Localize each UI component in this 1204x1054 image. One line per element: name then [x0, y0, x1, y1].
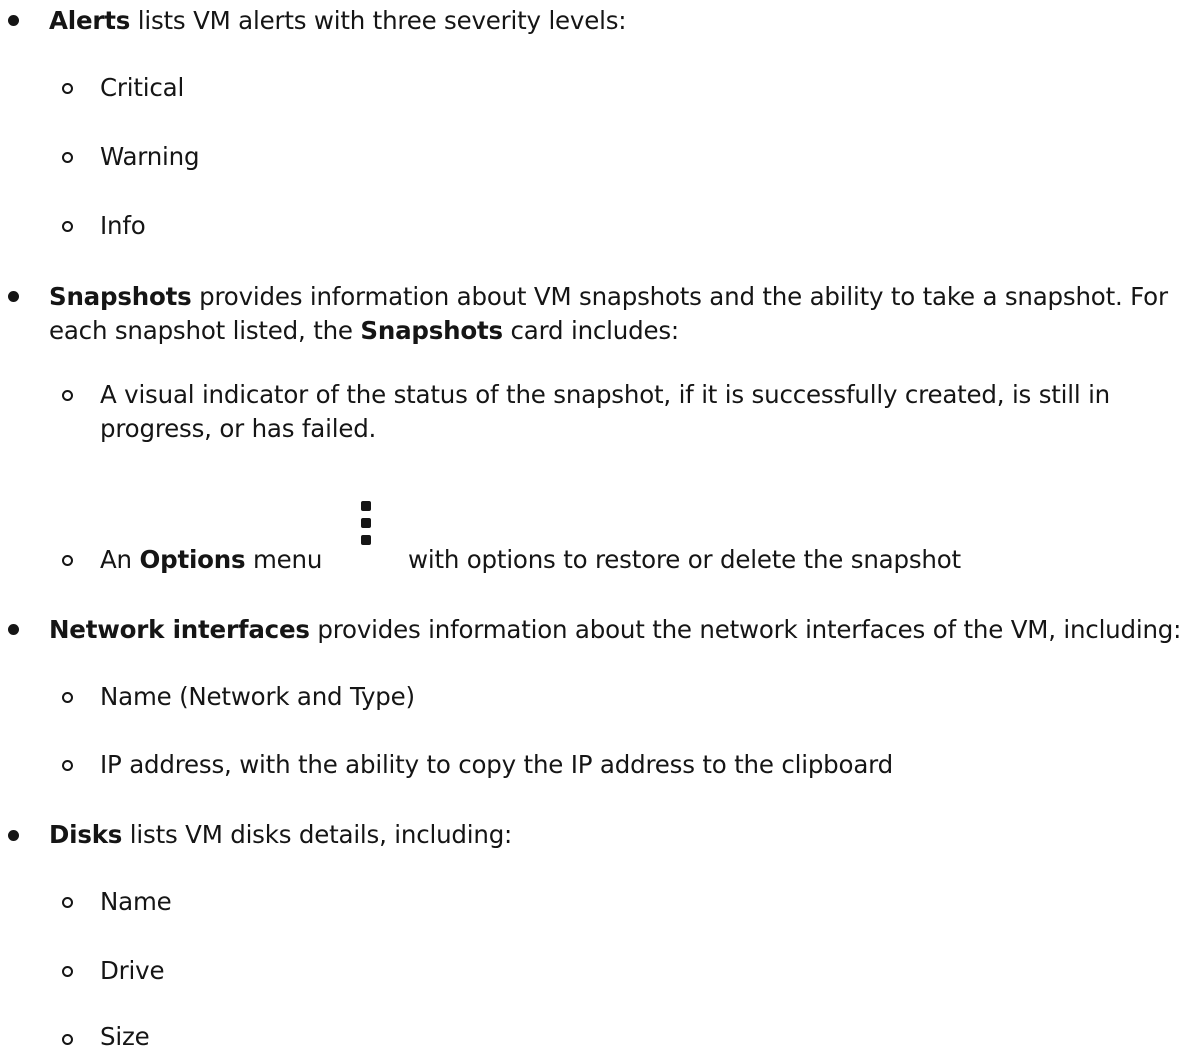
document-body: Alerts lists VM alerts with three severi…	[0, 0, 1204, 1051]
item-text: menu	[245, 545, 323, 574]
item-text: lists VM alerts with three severity leve…	[130, 6, 627, 35]
sub-bullet-marker	[62, 897, 73, 908]
bullet-marker	[8, 624, 19, 635]
sub-bullet-marker	[62, 221, 73, 232]
term-alerts: Alerts	[49, 6, 131, 35]
term-snapshots-card: Snapshots	[360, 316, 503, 345]
term-snapshots: Snapshots	[49, 282, 192, 311]
list-item-alerts: Alerts lists VM alerts with three severi…	[49, 4, 627, 38]
sub-item-name: Name	[100, 887, 172, 916]
item-text: An	[100, 545, 140, 574]
sub-item-critical: Critical	[100, 73, 185, 102]
sub-item-size: Size	[100, 1022, 150, 1051]
bullet-marker	[8, 291, 19, 302]
item-text: card includes:	[502, 316, 679, 345]
list-item-snapshots: Snapshots provides information about VM …	[49, 280, 1168, 314]
sub-bullet-marker	[62, 83, 73, 94]
sub-bullet-marker	[62, 555, 73, 566]
list-item-network-interfaces: Network interfaces provides information …	[49, 613, 1181, 647]
item-text: each snapshot listed, the	[49, 316, 361, 345]
sub-item-info: Info	[100, 211, 146, 240]
sub-bullet-marker	[62, 1034, 73, 1045]
sub-bullet-marker	[62, 692, 73, 703]
term-network-interfaces: Network interfaces	[49, 615, 310, 644]
item-text: provides information about the network i…	[309, 615, 1182, 644]
list-item-disks: Disks lists VM disks details, including:	[49, 818, 512, 852]
sub-item-options-menu: An Options menu	[100, 543, 322, 577]
sub-item-options-menu-post: with options to restore or delete the sn…	[408, 545, 961, 574]
sub-item-name-network-type: Name (Network and Type)	[100, 682, 415, 711]
sub-item-status-indicator-cont: progress, or has failed.	[100, 414, 377, 443]
sub-bullet-marker	[62, 152, 73, 163]
sub-item-ip-address: IP address, with the ability to copy the…	[100, 750, 893, 779]
bullet-marker	[8, 15, 19, 26]
sub-bullet-marker	[62, 760, 73, 771]
sub-bullet-marker	[62, 966, 73, 977]
term-disks: Disks	[49, 820, 123, 849]
kebab-icon	[360, 501, 372, 547]
sub-item-drive: Drive	[100, 956, 165, 985]
sub-bullet-marker	[62, 390, 73, 401]
list-item-snapshots-cont: each snapshot listed, the Snapshots card…	[49, 314, 679, 348]
item-text: provides information about VM snapshots …	[191, 282, 1168, 311]
item-text: lists VM disks details, including:	[122, 820, 513, 849]
sub-item-status-indicator: A visual indicator of the status of the …	[100, 380, 1111, 409]
sub-item-warning: Warning	[100, 142, 200, 171]
term-options: Options	[139, 545, 246, 574]
bullet-marker	[8, 830, 19, 841]
